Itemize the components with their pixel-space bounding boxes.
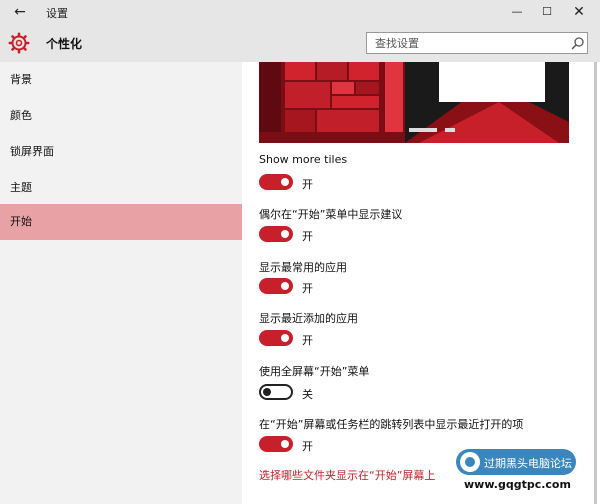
- setting-recently-added-apps-label: 显示最近添加的应用: [259, 312, 358, 325]
- sidebar-item-background[interactable]: 背景: [0, 62, 242, 98]
- watermark-badge: 过期黑头电脑论坛: [456, 449, 576, 475]
- full-screen-start-toggle[interactable]: [259, 384, 293, 400]
- sidebar-item-start[interactable]: 开始: [0, 204, 242, 240]
- sidebar-item-lock-screen[interactable]: 锁屏界面: [0, 134, 242, 170]
- toggle-state-text: 开: [302, 230, 313, 243]
- watermark-text: 过期黑头电脑论坛: [484, 457, 572, 470]
- toggle-state-text: 开: [302, 440, 313, 453]
- search-input[interactable]: [367, 33, 563, 53]
- minimize-button[interactable]: —: [502, 2, 532, 22]
- setting-most-used-apps-label: 显示最常用的应用: [259, 261, 347, 274]
- sidebar-item-themes[interactable]: 主题: [0, 170, 242, 206]
- title-bar: ← 设置 — ☐ ✕: [0, 0, 600, 24]
- setting-recent-items-jumplist-label: 在“开始”屏幕或任务栏的跳转列表中显示最近打开的项: [259, 418, 524, 431]
- page-title: 个性化: [46, 37, 83, 51]
- search-box[interactable]: [366, 32, 588, 54]
- show-more-tiles-toggle[interactable]: [259, 174, 293, 190]
- toggle-state-text: 开: [302, 178, 313, 191]
- show-suggestions-toggle[interactable]: [259, 226, 293, 242]
- most-used-apps-toggle[interactable]: [259, 278, 293, 294]
- toggle-state-text: 开: [302, 282, 313, 295]
- recent-items-jumplist-toggle[interactable]: [259, 436, 293, 452]
- toggle-state-text: 关: [302, 388, 313, 401]
- scrollbar[interactable]: [594, 62, 597, 504]
- maximize-button[interactable]: ☐: [532, 2, 562, 22]
- back-arrow-icon[interactable]: ←: [10, 2, 30, 22]
- header-bar: 个性化: [0, 24, 600, 62]
- sidebar: 背景 颜色 锁屏界面 主题 开始: [0, 62, 242, 504]
- setting-full-screen-start-label: 使用全屏幕“开始”菜单: [259, 365, 370, 378]
- recently-added-apps-toggle[interactable]: [259, 330, 293, 346]
- search-icon[interactable]: [571, 36, 585, 50]
- sidebar-item-colors[interactable]: 颜色: [0, 98, 242, 134]
- toggle-state-text: 开: [302, 334, 313, 347]
- watermark-url: www.gqgtpc.com: [464, 478, 571, 491]
- setting-show-more-tiles-label: Show more tiles: [259, 153, 348, 166]
- window-title: 设置: [46, 7, 68, 20]
- watermark-logo-icon: [460, 452, 480, 472]
- start-preview-image: [259, 62, 569, 143]
- gear-icon: [8, 32, 30, 54]
- choose-folders-link[interactable]: 选择哪些文件夹显示在“开始”屏幕上: [259, 467, 435, 483]
- main-content: Show more tiles 开 偶尔在“开始”菜单中显示建议 开 显示最常用…: [242, 62, 600, 504]
- setting-show-suggestions-label: 偶尔在“开始”菜单中显示建议: [259, 208, 403, 221]
- close-button[interactable]: ✕: [564, 2, 594, 22]
